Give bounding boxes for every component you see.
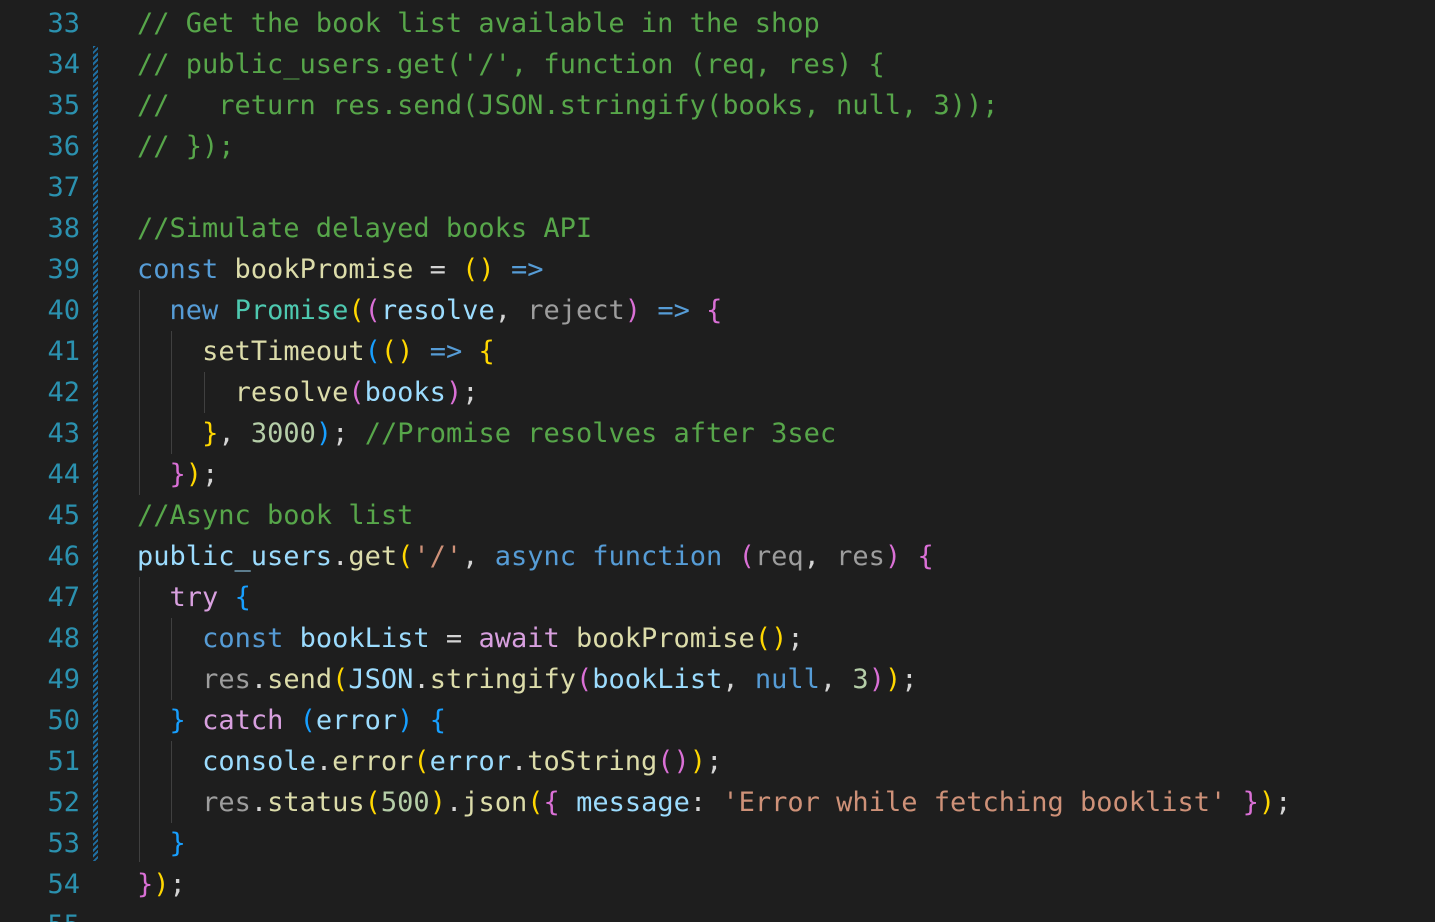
code-text: });	[169, 459, 219, 490]
code-line[interactable]: 46 public_users.get('/', async function …	[0, 536, 1435, 577]
code-line[interactable]: 55	[0, 905, 1435, 922]
code-text: }, 3000); //Promise resolves after 3sec	[202, 418, 837, 449]
code-text: console.error(error.toString());	[202, 746, 723, 777]
code-line[interactable]: 38 //Simulate delayed books API	[0, 208, 1435, 249]
code-line[interactable]: 43 }, 3000); //Promise resolves after 3s…	[0, 413, 1435, 454]
line-number: 48	[47, 623, 80, 654]
line-number: 52	[47, 787, 80, 818]
line-number: 43	[47, 418, 80, 449]
code-text: //Async book list	[137, 500, 414, 531]
code-line[interactable]: 42 resolve(books);	[0, 372, 1435, 413]
line-number: 38	[47, 213, 80, 244]
line-number: 46	[47, 541, 80, 572]
line-number: 33	[47, 8, 80, 39]
line-number: 53	[47, 828, 80, 859]
code-line[interactable]: 50 } catch (error) {	[0, 700, 1435, 741]
code-text: res.status(500).json({ message: 'Error w…	[202, 787, 1292, 818]
line-number: 54	[47, 869, 80, 900]
code-line[interactable]: 51 console.error(error.toString());	[0, 741, 1435, 782]
code-line[interactable]: 35 // return res.send(JSON.stringify(boo…	[0, 85, 1435, 126]
code-text: // return res.send(JSON.stringify(books,…	[137, 90, 999, 121]
code-line[interactable]: 36 // });	[0, 126, 1435, 167]
code-line[interactable]: 37	[0, 167, 1435, 208]
line-number: 39	[47, 254, 80, 285]
line-number: 42	[47, 377, 80, 408]
code-text: setTimeout(() => {	[202, 336, 495, 367]
code-text: resolve(books);	[234, 377, 479, 408]
code-line[interactable]: 49 res.send(JSON.stringify(bookList, nul…	[0, 659, 1435, 700]
line-number: 45	[47, 500, 80, 531]
line-number: 44	[47, 459, 80, 490]
code-line[interactable]: 54 });	[0, 864, 1435, 905]
code-text: });	[137, 869, 186, 900]
code-line[interactable]: 39 const bookPromise = () =>	[0, 249, 1435, 290]
line-number: 40	[47, 295, 80, 326]
code-line[interactable]: 41 setTimeout(() => {	[0, 331, 1435, 372]
code-line[interactable]: 34 // public_users.get('/', function (re…	[0, 44, 1435, 85]
code-text: // });	[137, 131, 235, 162]
code-line[interactable]: 44 });	[0, 454, 1435, 495]
code-line[interactable]: 40 new Promise((resolve, reject) => {	[0, 290, 1435, 331]
code-text: // Get the book list available in the sh…	[137, 8, 820, 39]
code-text: const bookList = await bookPromise();	[202, 623, 804, 654]
code-text: } catch (error) {	[169, 705, 446, 736]
line-number: 50	[47, 705, 80, 736]
line-number: 37	[47, 172, 80, 203]
line-number: 36	[47, 131, 80, 162]
code-text: // public_users.get('/', function (req, …	[137, 49, 885, 80]
code-text: public_users.get('/', async function (re…	[137, 541, 934, 572]
line-number: 49	[47, 664, 80, 695]
code-text: }	[169, 828, 186, 859]
code-text: new Promise((resolve, reject) => {	[169, 295, 723, 326]
line-number: 51	[47, 746, 80, 777]
code-line[interactable]: 53 }	[0, 823, 1435, 864]
code-line[interactable]: 48 const bookList = await bookPromise();	[0, 618, 1435, 659]
line-number: 35	[47, 90, 80, 121]
code-line[interactable]: 45 //Async book list	[0, 495, 1435, 536]
code-line[interactable]: 33 // Get the book list available in the…	[0, 3, 1435, 44]
code-line[interactable]: 47 try {	[0, 577, 1435, 618]
line-number: 55	[0, 905, 80, 922]
line-number: 41	[47, 336, 80, 367]
code-text: const bookPromise = () =>	[137, 254, 544, 285]
code-text: try {	[169, 582, 251, 613]
line-number: 34	[47, 49, 80, 80]
code-text: res.send(JSON.stringify(bookList, null, …	[202, 664, 918, 695]
code-text: //Simulate delayed books API	[137, 213, 593, 244]
line-number: 47	[47, 582, 80, 613]
code-line[interactable]: 52 res.status(500).json({ message: 'Erro…	[0, 782, 1435, 823]
code-editor[interactable]: 33 // Get the book list available in the…	[0, 0, 1435, 922]
